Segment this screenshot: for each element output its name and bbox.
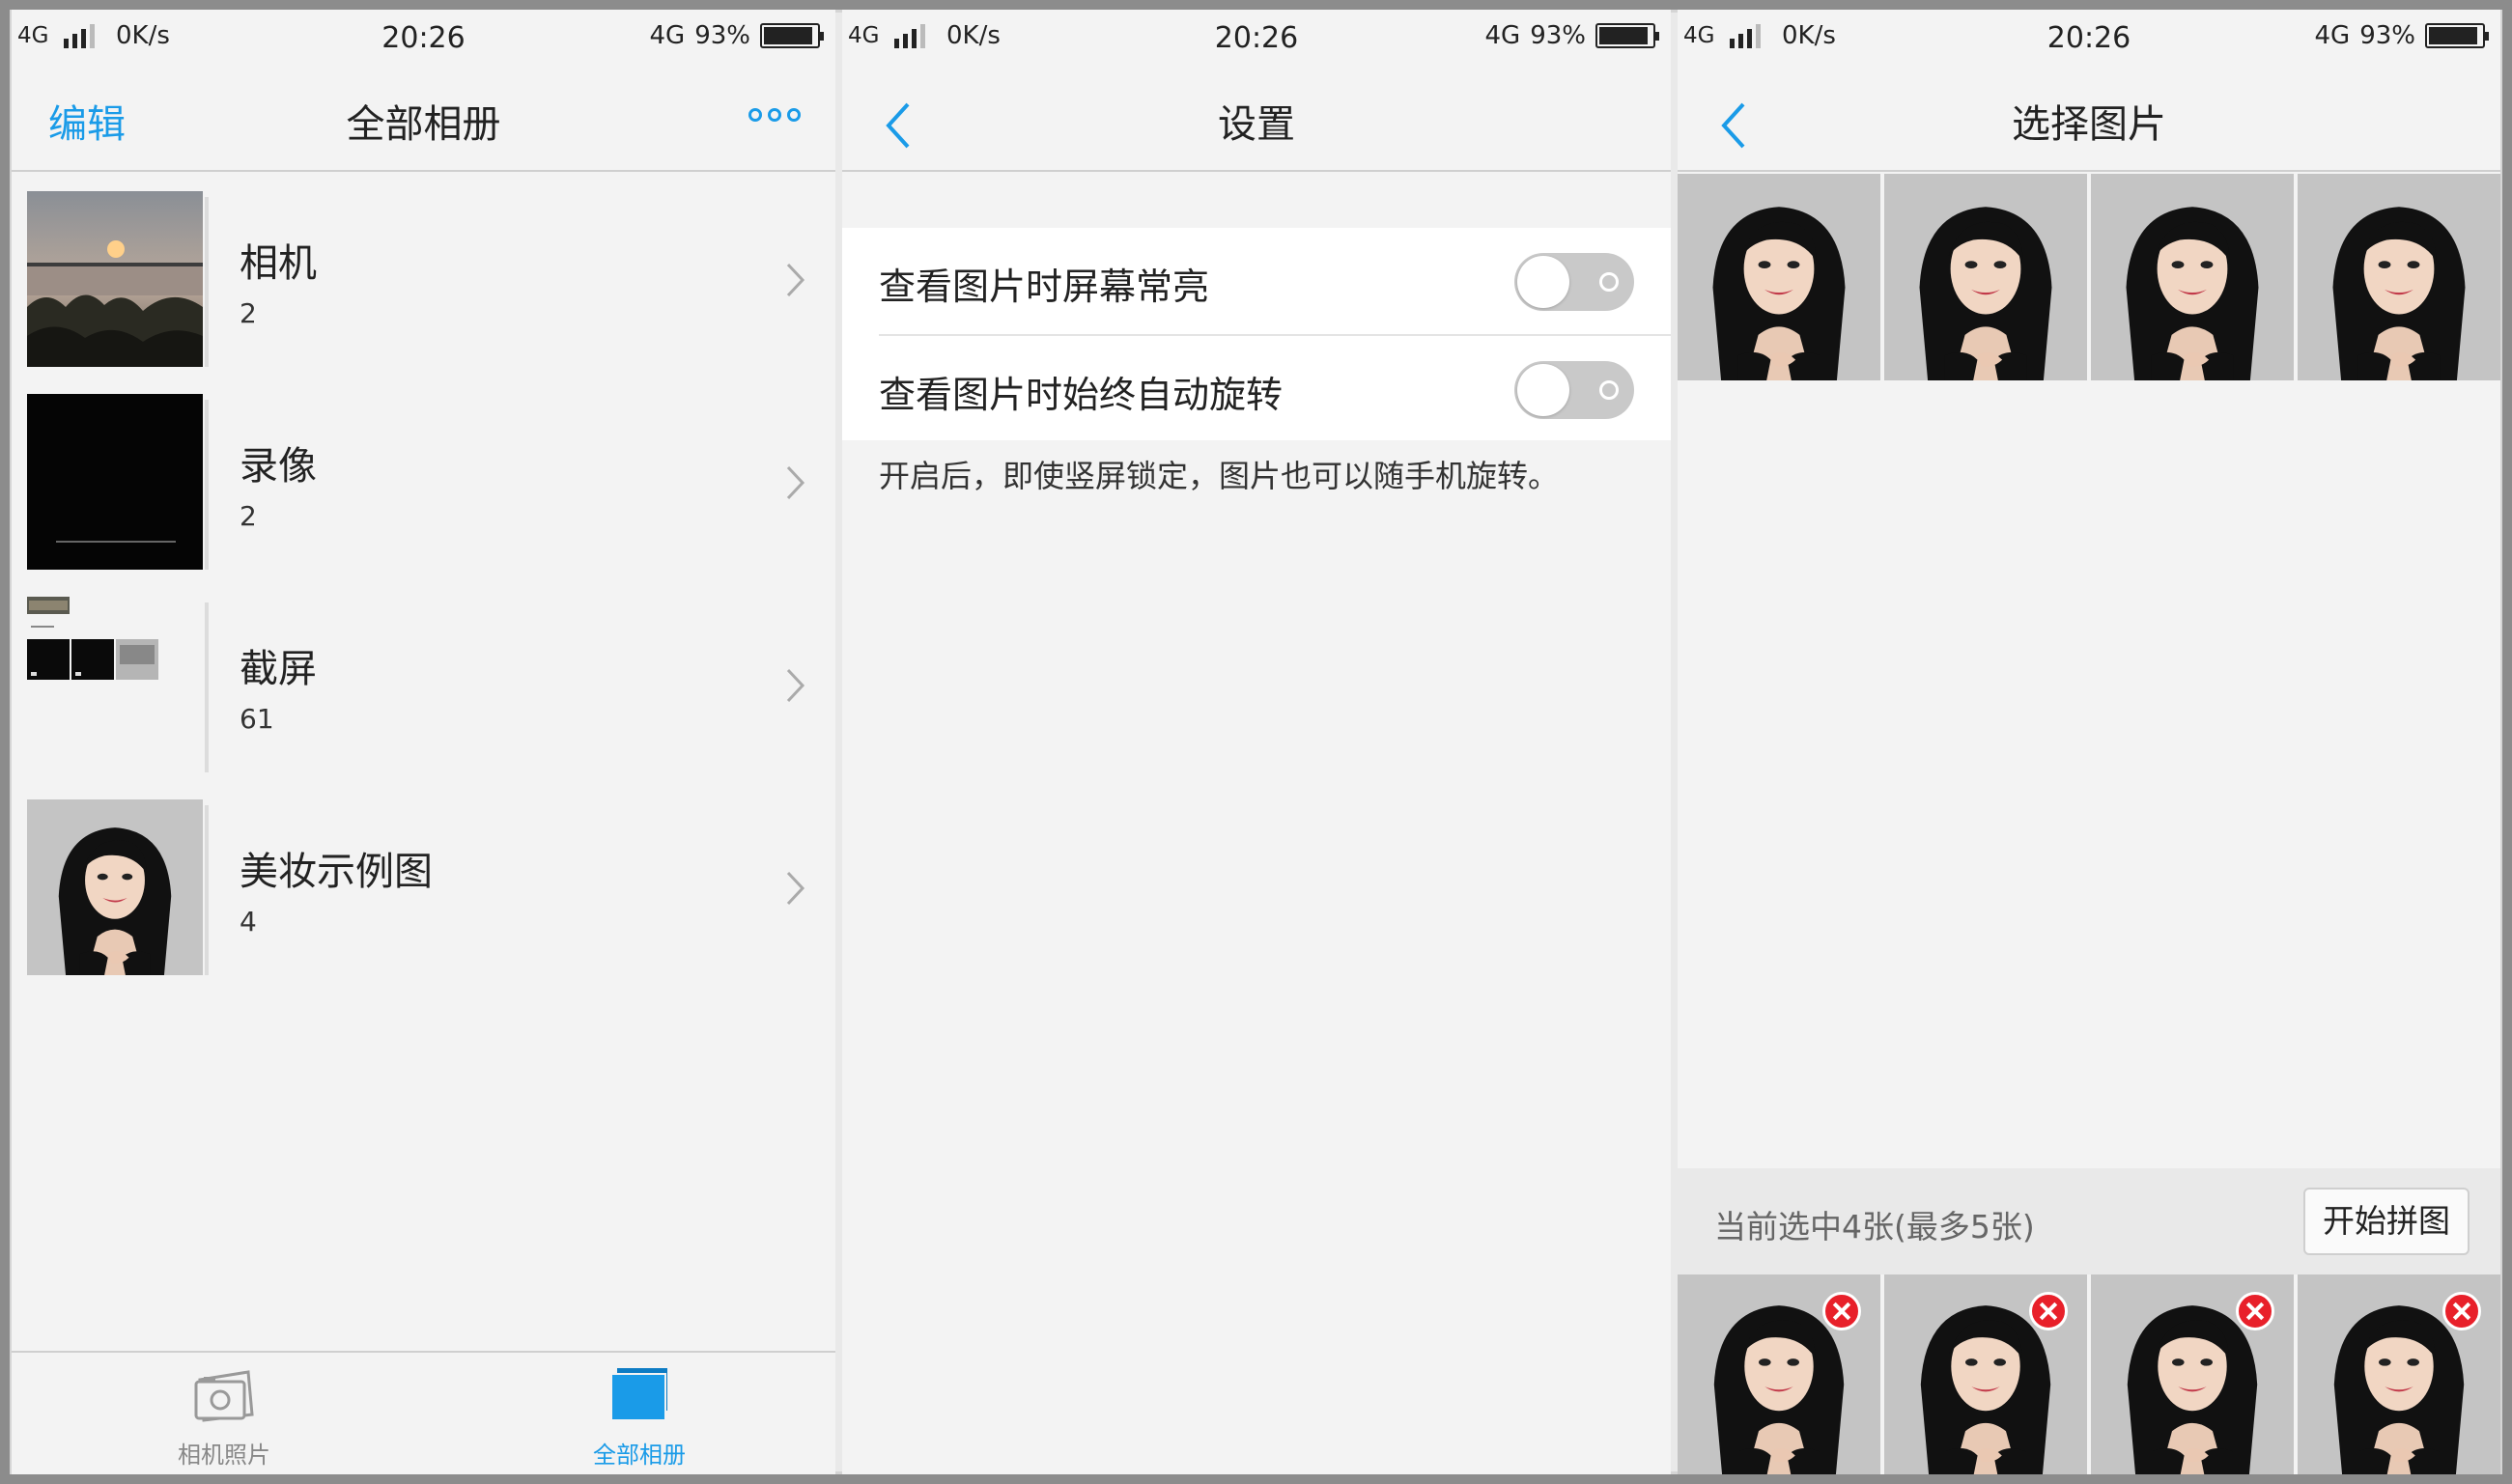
photo-thumbnail[interactable] (1884, 174, 2087, 380)
selection-count: 当前选中4张(最多5张) (1714, 1208, 2035, 1246)
select-navbar: 选择图片 (1678, 64, 2500, 172)
selected-photo (2091, 1274, 2294, 1474)
tab-all-albums[interactable]: 全部相册 (533, 1366, 746, 1470)
battery-icon (760, 23, 824, 48)
all-albums-icon (610, 1368, 667, 1421)
battery-percent: 93% (2359, 21, 2415, 50)
settings-list: 查看图片时屏幕常亮 查看图片时始终自动旋转 (842, 228, 1671, 440)
battery-icon (2425, 23, 2489, 48)
selected-photo (1884, 1274, 2087, 1474)
start-collage-button[interactable]: 开始拼图 (2303, 1188, 2470, 1255)
album-row-screenshots[interactable]: 截屏 61 (12, 597, 835, 790)
battery-percent: 93% (694, 21, 750, 50)
chevron-right-icon (786, 465, 805, 500)
tab-camera-photos[interactable]: 相机照片 (118, 1366, 330, 1470)
network-type-right: 4G (1484, 21, 1521, 50)
tab-label: 全部相册 (593, 1442, 686, 1469)
album-name: 美妆示例图 (240, 850, 433, 894)
photo-thumbnail[interactable] (2091, 174, 2294, 380)
settings-screen: 4G 0K/s 20:26 4G 93% 设置 查看图片时屏幕常亮 查看图片时始… (842, 10, 1671, 1474)
album-row-video[interactable]: 录像 2 (12, 394, 835, 587)
status-bar: 4G 0K/s 20:26 4G 93% (1678, 10, 2500, 64)
photo-thumbnail[interactable] (2298, 174, 2500, 380)
tab-label: 相机照片 (178, 1442, 270, 1469)
status-bar: 4G 0K/s 20:26 4G 93% (12, 10, 835, 64)
album-row-camera[interactable]: 相机 2 (12, 191, 835, 384)
photo-thumbnail[interactable] (1678, 174, 1880, 380)
battery-icon (1595, 23, 1659, 48)
chevron-right-icon (786, 871, 805, 906)
setting-hint: 开启后，即使竖屏锁定，图片也可以随手机旋转。 (879, 458, 1560, 494)
selected-photo (2298, 1274, 2500, 1474)
page-title: 全部相册 (346, 102, 501, 147)
chevron-right-icon (786, 668, 805, 703)
chevron-right-icon (786, 263, 805, 297)
keep-screen-on-toggle[interactable] (1514, 253, 1634, 311)
selected-photos-tray (1678, 1274, 2500, 1474)
selected-photo (1678, 1274, 1880, 1474)
album-name: 相机 (240, 241, 317, 286)
album-count: 2 (240, 297, 257, 329)
remove-icon[interactable] (1822, 1292, 1861, 1330)
setting-auto-rotate: 查看图片时始终自动旋转 (879, 334, 1671, 440)
photo-grid (1678, 174, 2500, 380)
camera-photos-icon (194, 1370, 254, 1422)
auto-rotate-toggle[interactable] (1514, 361, 1634, 419)
remove-icon[interactable] (2442, 1292, 2481, 1330)
album-row-makeup[interactable]: 美妆示例图 4 (12, 799, 835, 993)
albums-screen: 4G 0K/s 20:26 4G 93% 编辑 全部相册 相机 2 录像 2 截… (12, 10, 835, 1474)
page-title: 选择图片 (2012, 102, 2166, 147)
album-count: 4 (240, 906, 257, 938)
more-options-icon[interactable] (748, 108, 801, 122)
setting-label: 查看图片时始终自动旋转 (879, 374, 1284, 416)
network-type-right: 4G (649, 21, 686, 50)
remove-icon[interactable] (2029, 1292, 2068, 1330)
album-name: 截屏 (240, 647, 317, 691)
settings-navbar: 设置 (842, 64, 1671, 172)
select-pictures-screen: 4G 0K/s 20:26 4G 93% 选择图片 当前选中4张(最多5张) 开… (1678, 10, 2500, 1474)
album-thumbnail-portrait (27, 799, 203, 975)
selection-bar: 当前选中4张(最多5张) 开始拼图 (1678, 1168, 2500, 1274)
remove-icon[interactable] (2236, 1292, 2274, 1330)
album-count: 61 (240, 703, 274, 735)
album-name: 录像 (240, 444, 317, 489)
setting-keep-screen-on: 查看图片时屏幕常亮 (842, 228, 1671, 334)
status-bar: 4G 0K/s 20:26 4G 93% (842, 10, 1671, 64)
page-title: 设置 (1218, 102, 1295, 147)
album-thumbnail-screenshots (27, 597, 203, 772)
setting-label: 查看图片时屏幕常亮 (879, 266, 1210, 308)
network-type-right: 4G (2314, 21, 2351, 50)
bottom-tab-bar: 相机照片 全部相册 (12, 1351, 835, 1474)
battery-percent: 93% (1530, 21, 1586, 50)
album-thumbnail-video (27, 394, 203, 570)
album-thumbnail-sunset (27, 191, 203, 367)
album-count: 2 (240, 500, 257, 532)
albums-navbar: 编辑 全部相册 (12, 64, 835, 172)
